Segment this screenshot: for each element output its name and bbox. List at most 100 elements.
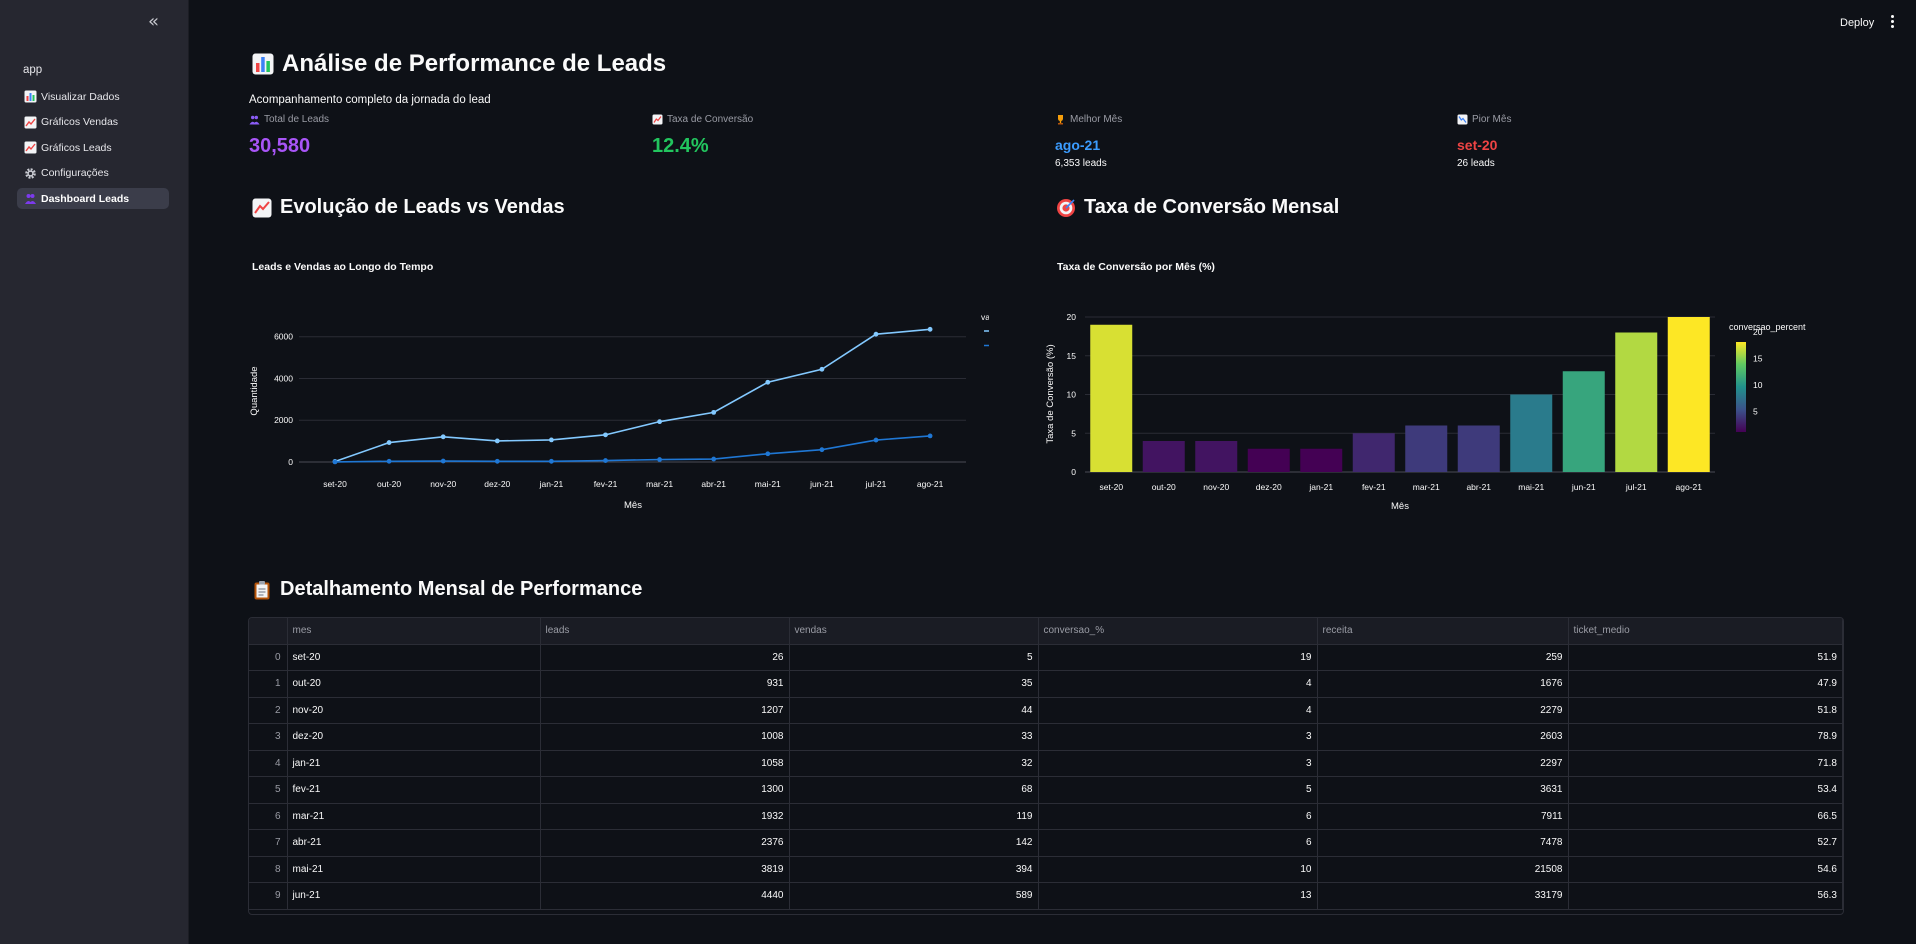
table-cell[interactable]: 51.8: [1568, 697, 1843, 724]
column-header[interactable]: leads: [540, 618, 790, 645]
table-cell[interactable]: 44: [789, 697, 1039, 724]
sidebar-item-graficos-vendas[interactable]: Gráficos Vendas: [17, 112, 169, 133]
table-cell[interactable]: 5: [789, 644, 1039, 671]
table-cell[interactable]: 3: [1038, 723, 1318, 751]
table-cell[interactable]: 394: [789, 856, 1039, 883]
table-cell[interactable]: 142: [789, 829, 1039, 857]
table-cell[interactable]: 13: [1038, 882, 1318, 910]
table-cell[interactable]: 119: [789, 803, 1039, 830]
table-cell[interactable]: 3: [249, 723, 288, 751]
metric-worst-month: Pior Mês set-20 26 leads: [1457, 114, 1511, 169]
table-cell[interactable]: 47.9: [1568, 670, 1843, 698]
table-cell[interactable]: 6: [249, 803, 288, 830]
table-cell[interactable]: 51.9: [1568, 644, 1843, 671]
table-row[interactable]: 6 mar-21 1932 119 6 7911 66.5: [249, 803, 1843, 830]
table-cell[interactable]: 2: [249, 697, 288, 724]
table-cell[interactable]: jun-21: [287, 882, 541, 910]
table-cell[interactable]: 2603: [1317, 723, 1569, 751]
table-row[interactable]: 4 jan-21 1058 32 3 2297 71.8: [249, 750, 1843, 777]
performance-table[interactable]: mes leads vendas conversao_% receita tic…: [248, 617, 1844, 915]
table-cell[interactable]: 259: [1317, 644, 1569, 671]
table-cell[interactable]: 33179: [1317, 882, 1569, 910]
table-cell[interactable]: 35: [789, 670, 1039, 698]
table-cell[interactable]: dez-20: [287, 723, 541, 751]
column-header[interactable]: receita: [1317, 618, 1569, 645]
table-cell[interactable]: 2279: [1317, 697, 1569, 724]
sidebar-item-graficos-leads[interactable]: Gráficos Leads: [17, 137, 169, 158]
table-cell[interactable]: 3631: [1317, 776, 1569, 804]
table-cell[interactable]: 4: [1038, 670, 1318, 698]
table-cell[interactable]: abr-21: [287, 829, 541, 857]
column-header[interactable]: vendas: [789, 618, 1039, 645]
column-header[interactable]: [249, 618, 288, 645]
sidebar-item-dashboard-leads[interactable]: Dashboard Leads: [17, 188, 169, 210]
collapse-sidebar-icon[interactable]: «: [148, 13, 166, 32]
table-cell[interactable]: 78.9: [1568, 723, 1843, 751]
table-cell[interactable]: 19: [1038, 644, 1318, 671]
table-cell[interactable]: 52.7: [1568, 829, 1843, 857]
table-cell[interactable]: 1932: [540, 803, 790, 830]
table-cell[interactable]: 5: [1038, 776, 1318, 804]
column-header[interactable]: ticket_medio: [1568, 618, 1843, 645]
table-row[interactable]: 0 set-20 26 5 19 259 51.9: [249, 644, 1843, 671]
table-cell[interactable]: 7911: [1317, 803, 1569, 830]
table-cell[interactable]: jan-21: [287, 750, 541, 777]
table-row[interactable]: 8 mai-21 3819 394 10 21508 54.6: [249, 856, 1843, 883]
table-cell[interactable]: 54.6: [1568, 856, 1843, 883]
table-cell[interactable]: 33: [789, 723, 1039, 751]
table-cell[interactable]: 66.5: [1568, 803, 1843, 830]
table-row[interactable]: 7 abr-21 2376 142 6 7478 52.7: [249, 829, 1843, 857]
table-cell[interactable]: fev-21: [287, 776, 541, 804]
table-cell[interactable]: 32: [789, 750, 1039, 777]
table-row[interactable]: 3 dez-20 1008 33 3 2603 78.9: [249, 723, 1843, 751]
column-header[interactable]: conversao_%: [1038, 618, 1318, 645]
table-cell[interactable]: 56.3: [1568, 882, 1843, 910]
table-cell[interactable]: 10: [1038, 856, 1318, 883]
sidebar-item-configuracoes[interactable]: Configurações: [17, 163, 169, 184]
table-cell[interactable]: 1676: [1317, 670, 1569, 698]
table-cell[interactable]: 1207: [540, 697, 790, 724]
sidebar-item-visualizar-dados[interactable]: Visualizar Dados: [17, 86, 169, 107]
table-cell[interactable]: mai-21: [287, 856, 541, 883]
table-cell[interactable]: 9: [249, 882, 288, 910]
table-cell[interactable]: 4: [1038, 697, 1318, 724]
data-point-vendas: [657, 457, 662, 462]
table-cell[interactable]: 1: [249, 670, 288, 698]
metric-total-leads: Total de Leads 30,580: [249, 114, 329, 158]
column-header[interactable]: mes: [287, 618, 541, 645]
table-row[interactable]: 9 jun-21 4440 589 13 33179 56.3: [249, 882, 1843, 910]
table-cell[interactable]: 589: [789, 882, 1039, 910]
table-cell[interactable]: 931: [540, 670, 790, 698]
table-cell[interactable]: 8: [249, 856, 288, 883]
table-cell[interactable]: 2376: [540, 829, 790, 857]
table-cell[interactable]: 68: [789, 776, 1039, 804]
table-cell[interactable]: out-20: [287, 670, 541, 698]
table-cell[interactable]: 7: [249, 829, 288, 857]
table-row[interactable]: 2 nov-20 1207 44 4 2279 51.8: [249, 697, 1843, 724]
table-cell[interactable]: 53.4: [1568, 776, 1843, 804]
table-cell[interactable]: 2297: [1317, 750, 1569, 777]
table-cell[interactable]: 0: [249, 644, 288, 671]
data-point-vendas: [494, 458, 500, 464]
table-cell[interactable]: 1058: [540, 750, 790, 777]
table-cell[interactable]: 7478: [1317, 829, 1569, 857]
metric-label: Total de Leads: [264, 114, 330, 125]
table-cell[interactable]: 3819: [540, 856, 790, 883]
table-cell[interactable]: nov-20: [287, 697, 541, 724]
table-cell[interactable]: 1008: [540, 723, 790, 751]
table-cell[interactable]: 6: [1038, 829, 1318, 857]
table-row[interactable]: 1 out-20 931 35 4 1676 47.9: [249, 670, 1843, 698]
table-cell[interactable]: mar-21: [287, 803, 541, 830]
table-cell[interactable]: 4440: [540, 882, 790, 910]
table-cell[interactable]: 6: [1038, 803, 1318, 830]
table-cell[interactable]: 21508: [1317, 856, 1569, 883]
colorbar-title: conversao_percent: [1729, 322, 1806, 332]
table-cell[interactable]: 5: [249, 776, 288, 804]
table-cell[interactable]: set-20: [287, 644, 541, 671]
table-cell[interactable]: 26: [540, 644, 790, 671]
table-cell[interactable]: 1300: [540, 776, 790, 804]
table-row[interactable]: 5 fev-21 1300 68 5 3631 53.4: [249, 776, 1843, 804]
table-cell[interactable]: 3: [1038, 750, 1318, 777]
table-cell[interactable]: 4: [249, 750, 288, 777]
table-cell[interactable]: 71.8: [1568, 750, 1843, 777]
